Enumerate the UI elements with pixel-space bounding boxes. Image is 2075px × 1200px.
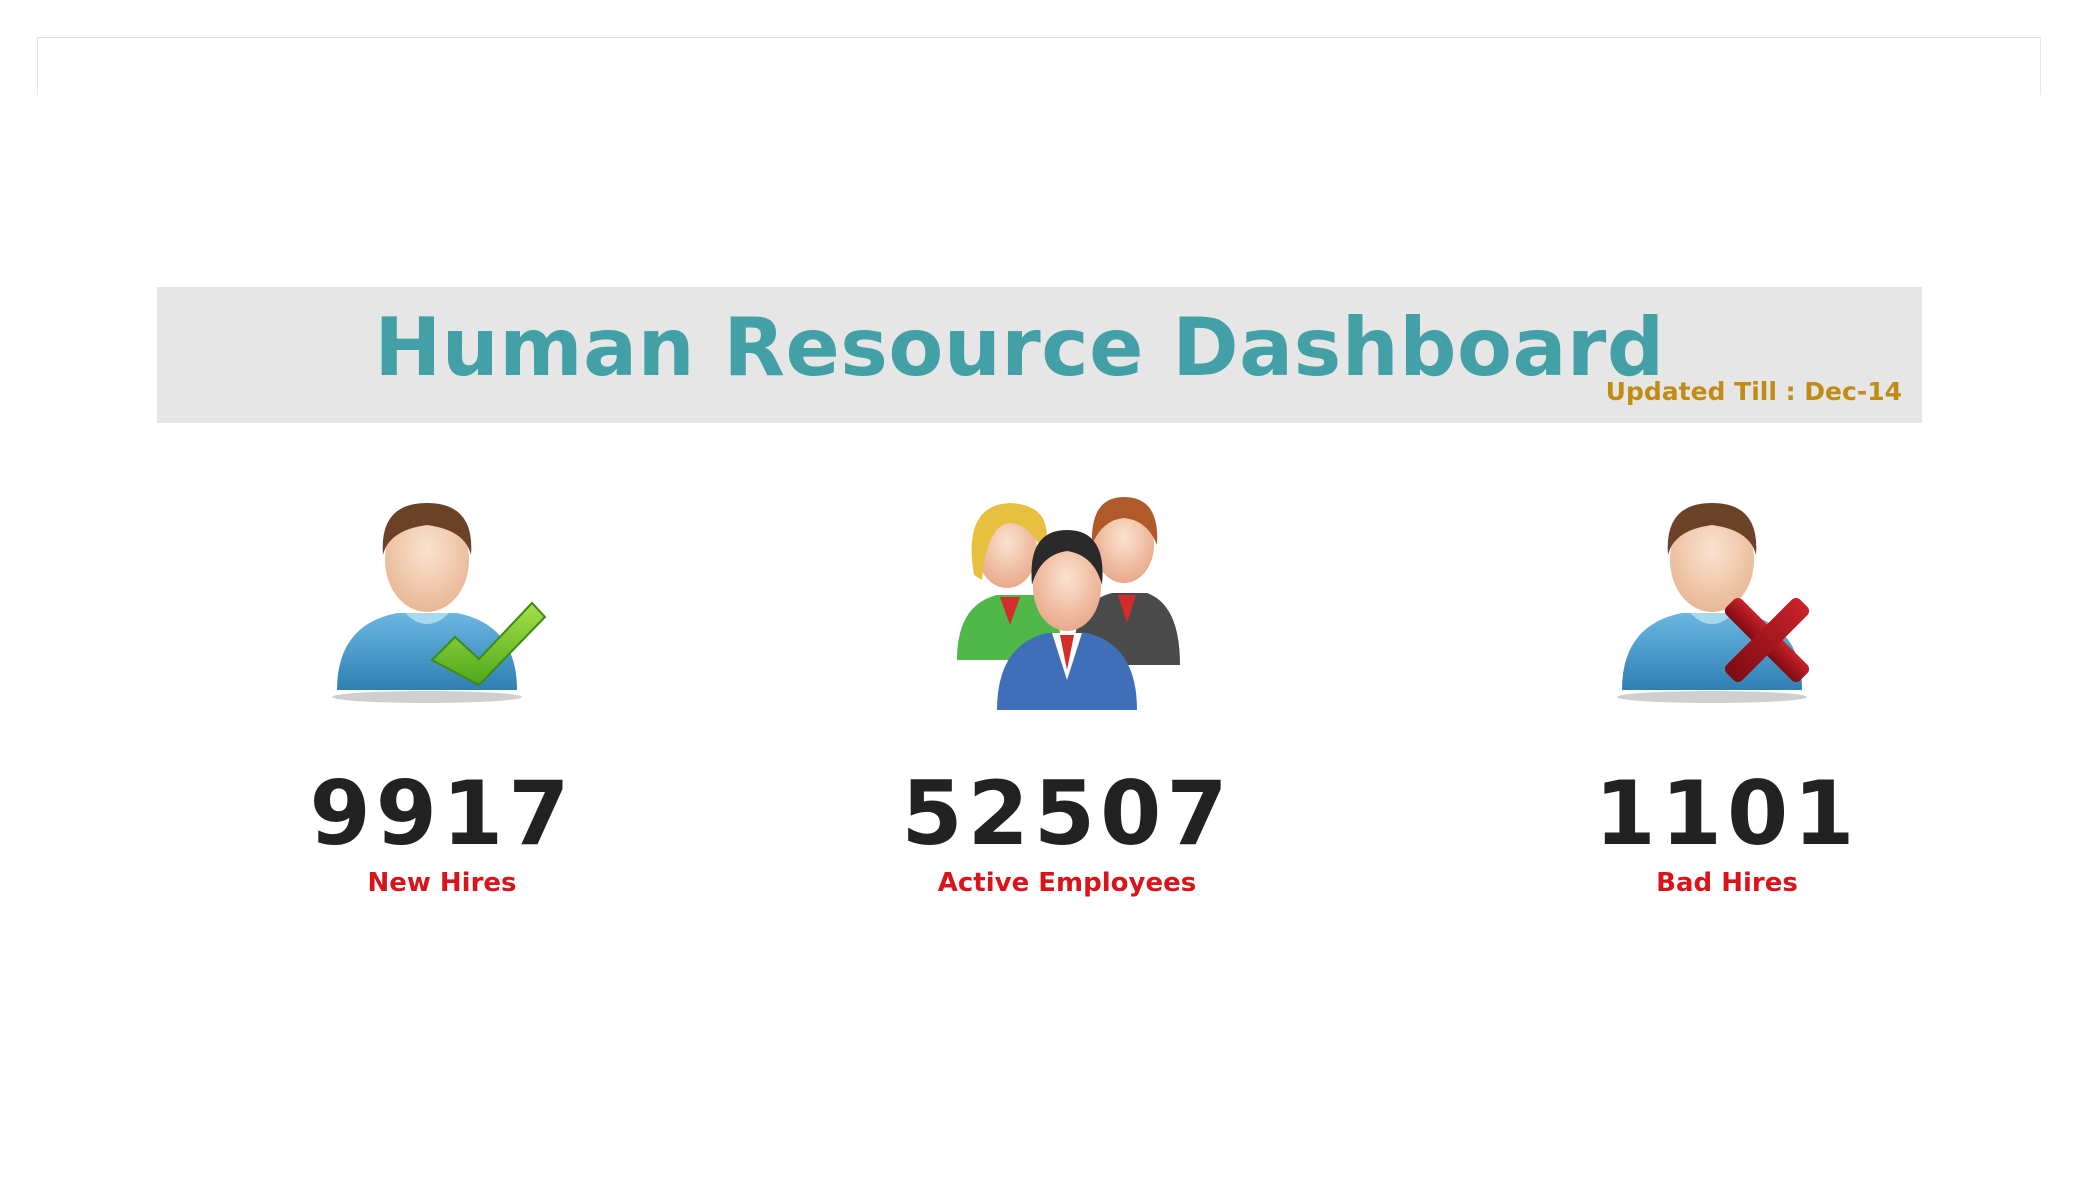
dashboard-page: Human Resource Dashboard Updated Till : … — [0, 0, 2075, 1200]
header-banner: Human Resource Dashboard Updated Till : … — [157, 287, 1922, 423]
kpi-bad-hires: 1101 Bad Hires — [1527, 485, 1927, 898]
user-cross-icon — [1617, 503, 1810, 703]
bad-hires-label: Bad Hires — [1656, 868, 1798, 898]
updated-date: Updated Till : Dec-14 — [1605, 377, 1902, 406]
bad-hires-value: 1101 — [1594, 762, 1860, 865]
kpi-active-employees: 52507 Active Employees — [867, 485, 1267, 898]
new-hires-value: 9917 — [309, 762, 575, 865]
kpi-new-hires: 9917 New Hires — [242, 485, 642, 898]
group-users-icon — [957, 497, 1180, 710]
top-frame — [37, 37, 2041, 285]
active-employees-label: Active Employees — [937, 868, 1197, 898]
active-employees-value: 52507 — [901, 762, 1233, 865]
new-hires-label: New Hires — [367, 868, 517, 898]
user-check-icon — [332, 503, 547, 703]
